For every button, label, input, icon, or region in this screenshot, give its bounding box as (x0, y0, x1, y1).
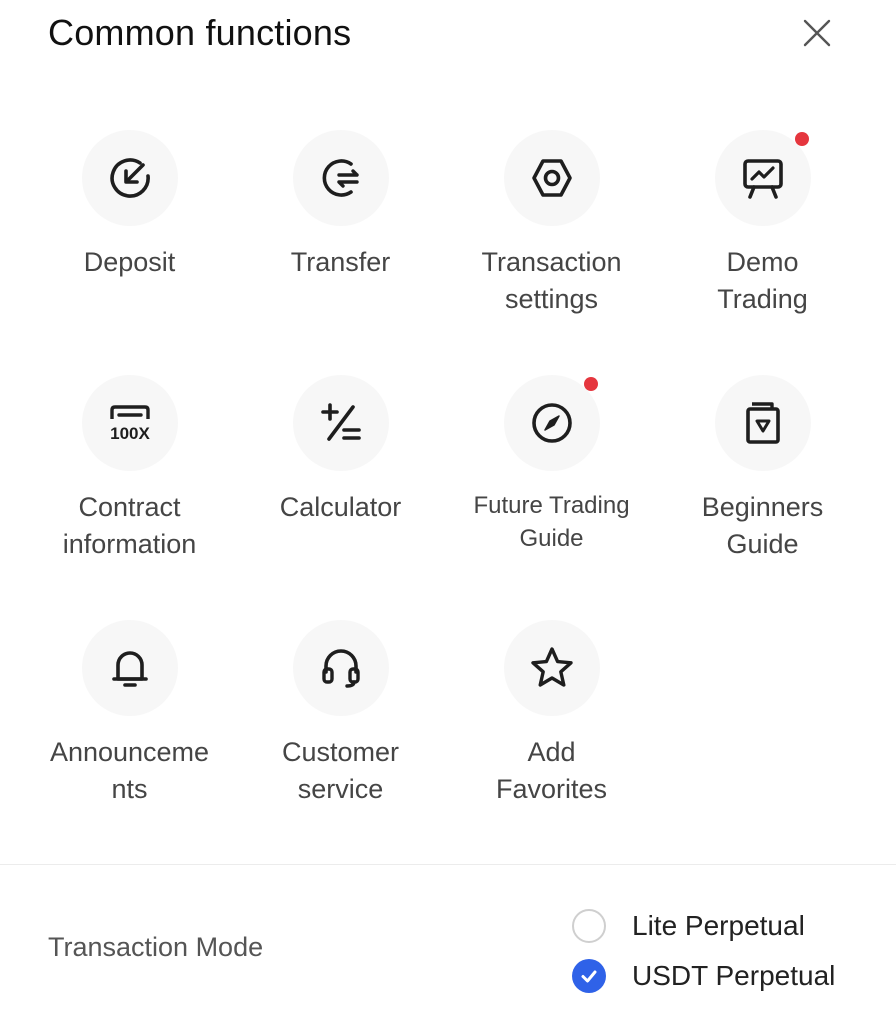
function-label: Contract information (62, 492, 197, 559)
leverage-text: 100X (110, 424, 150, 443)
mode-option-lite-perpetual[interactable]: Lite Perpetual (572, 906, 805, 946)
common-functions-sheet: Common functions Deposit Transfer Transa… (0, 0, 896, 1024)
compass-icon (532, 403, 572, 443)
notification-dot (584, 377, 598, 391)
function-announcements[interactable]: Announceme nts (24, 620, 235, 850)
function-contract-information[interactable]: 100X Contract information (24, 375, 235, 605)
function-label: Announceme nts (49, 737, 210, 804)
transaction-mode-label: Transaction Mode (48, 932, 264, 962)
function-label: Beginners Guide (701, 492, 824, 559)
section-divider (0, 864, 896, 865)
function-future-trading-guide[interactable]: Future Trading Guide (446, 375, 657, 605)
function-label: Add Favorites (495, 737, 608, 804)
functions-grid: Deposit Transfer Transaction settings De… (0, 0, 896, 840)
function-demo-trading[interactable]: Demo Trading (657, 130, 868, 360)
notification-dot (795, 132, 809, 146)
function-customer-service[interactable]: Customer service (235, 620, 446, 850)
presentation-chart-icon (743, 159, 783, 199)
function-add-favorites[interactable]: Add Favorites (446, 620, 657, 850)
headset-icon (322, 649, 360, 688)
function-label: Transaction settings (481, 247, 622, 314)
bell-icon (112, 651, 148, 687)
hexagon-settings-icon (532, 159, 572, 197)
check-icon (581, 970, 597, 983)
radio-checked-icon[interactable] (572, 959, 606, 993)
function-calculator[interactable]: Calculator (235, 375, 446, 605)
function-label: Demo Trading (717, 247, 808, 314)
function-label: Deposit (83, 247, 176, 277)
function-beginners-guide[interactable]: Beginners Guide (657, 375, 868, 605)
function-label: Transfer (290, 247, 391, 277)
leverage-100x-icon: 100X (110, 405, 151, 443)
guide-book-icon (746, 402, 780, 444)
radio-unchecked-icon[interactable] (572, 909, 606, 943)
function-label: Future Trading Guide (473, 492, 630, 552)
function-transfer[interactable]: Transfer (235, 130, 446, 360)
function-label: Customer service (281, 737, 400, 804)
deposit-icon (110, 158, 150, 198)
mode-option-label: Lite Perpetual (632, 910, 805, 941)
function-transaction-settings[interactable]: Transaction settings (446, 130, 657, 360)
function-deposit[interactable]: Deposit (24, 130, 235, 360)
calculator-icon (321, 403, 361, 441)
mode-option-usdt-perpetual[interactable]: USDT Perpetual (572, 956, 835, 996)
transfer-icon (322, 159, 359, 197)
star-icon (531, 647, 573, 687)
function-label: Calculator (279, 492, 402, 522)
mode-option-label: USDT Perpetual (632, 960, 836, 991)
